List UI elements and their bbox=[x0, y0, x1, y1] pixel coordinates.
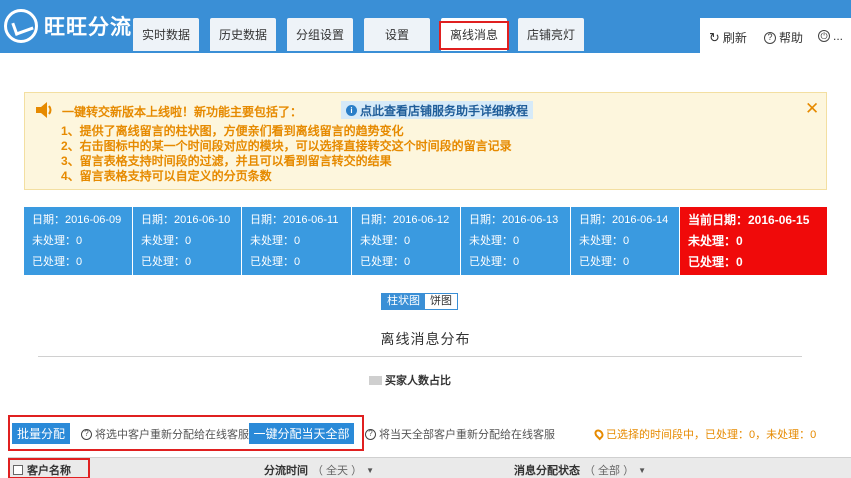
tab-group-settings[interactable]: 分组设置 bbox=[287, 18, 353, 51]
speaker-icon bbox=[36, 102, 52, 118]
card-date: 日期：2016-06-13 bbox=[469, 214, 559, 226]
batch-hint-text: 将选中客户重新分配给在线客服 bbox=[95, 429, 249, 441]
date-card[interactable]: 日期：2016-06-14 未处理：0 已处理：0 bbox=[571, 207, 680, 275]
assign-all-today-button[interactable]: 一键分配当天全部 bbox=[249, 423, 354, 444]
card-date: 日期：2016-06-09 bbox=[32, 214, 122, 226]
app-title: 旺旺分流 bbox=[44, 16, 132, 39]
logo-icon bbox=[4, 9, 38, 43]
card-date: 日期：2016-06-10 bbox=[141, 214, 231, 226]
assign-status-column[interactable]: 消息分配状态 （ 全部 ） ▼ bbox=[514, 462, 646, 478]
card-done: 已处理：0 bbox=[360, 256, 411, 268]
card-done: 已处理：0 bbox=[469, 256, 520, 268]
help-label: 帮助 bbox=[779, 31, 804, 45]
power-label: ... bbox=[833, 29, 844, 43]
tutorial-link[interactable]: i 点此查看店铺服务助手详细教程 bbox=[341, 101, 534, 119]
card-done: 已处理：0 bbox=[688, 255, 743, 269]
card-done: 已处理：0 bbox=[579, 256, 630, 268]
help-icon: ? bbox=[365, 428, 376, 440]
date-card[interactable]: 日期：2016-06-10 未处理：0 已处理：0 bbox=[133, 207, 242, 275]
card-done: 已处理：0 bbox=[250, 256, 301, 268]
date-card-today[interactable]: 当前日期：2016-06-15 未处理：0 已处理：0 bbox=[680, 207, 827, 275]
tab-realtime[interactable]: 实时数据 bbox=[133, 18, 199, 51]
info-icon: i bbox=[346, 104, 357, 116]
help-icon: ? bbox=[764, 31, 776, 44]
date-card[interactable]: 日期：2016-06-13 未处理：0 已处理：0 bbox=[461, 207, 571, 275]
chart-type-toggle: 柱状图 饼图 bbox=[381, 293, 458, 310]
card-pending: 未处理：0 bbox=[360, 235, 411, 247]
power-button[interactable]: ⏻ ... bbox=[818, 29, 843, 43]
bar-chart-toggle[interactable]: 柱状图 bbox=[382, 294, 425, 309]
chart-axis-line bbox=[38, 356, 802, 357]
legend-swatch bbox=[369, 375, 382, 385]
card-date: 当前日期：2016-06-15 bbox=[688, 213, 810, 227]
date-card[interactable]: 日期：2016-06-11 未处理：0 已处理：0 bbox=[242, 207, 352, 275]
pie-chart-toggle[interactable]: 饼图 bbox=[425, 294, 457, 309]
app-logo: 旺旺分流 bbox=[4, 6, 132, 46]
date-card[interactable]: 日期：2016-06-12 未处理：0 已处理：0 bbox=[352, 207, 461, 275]
legend-label: 买家人数占比 bbox=[385, 375, 451, 387]
assign-all-hint: ? 将当天全部客户重新分配给在线客服 bbox=[365, 426, 555, 442]
chevron-down-icon[interactable]: ▼ bbox=[366, 466, 374, 475]
date-summary-cards: 日期：2016-06-09 未处理：0 已处理：0 日期：2016-06-10 … bbox=[24, 207, 827, 275]
location-pin-icon bbox=[592, 427, 606, 441]
tab-store-light[interactable]: 店铺亮灯 bbox=[518, 18, 584, 51]
selection-info-text: 已选择的时间段中，已处理：0，未处理：0 bbox=[606, 429, 817, 441]
active-tab-highlight bbox=[439, 21, 509, 50]
date-card[interactable]: 日期：2016-06-09 未处理：0 已处理：0 bbox=[24, 207, 133, 275]
card-done: 已处理：0 bbox=[141, 256, 192, 268]
batch-assign-button[interactable]: 批量分配 bbox=[12, 423, 70, 444]
notice-line: 4、留言表格支持可以自定义的分页条数 bbox=[61, 169, 272, 183]
chart-legend[interactable]: 买家人数占比 bbox=[369, 372, 451, 388]
table-header: 客户名称 分流时间 （ 全天 ） ▼ 消息分配状态 （ 全部 ） ▼ bbox=[8, 457, 851, 478]
card-pending: 未处理：0 bbox=[579, 235, 630, 247]
dispatch-time-column[interactable]: 分流时间 （ 全天 ） ▼ bbox=[264, 462, 374, 478]
card-pending: 未处理：0 bbox=[32, 235, 83, 247]
tab-settings[interactable]: 设置 bbox=[364, 18, 430, 51]
batch-assign-hint: ? 将选中客户重新分配给在线客服 bbox=[81, 426, 249, 442]
card-pending: 未处理：0 bbox=[250, 235, 301, 247]
refresh-label: 刷新 bbox=[722, 31, 747, 45]
card-pending: 未处理：0 bbox=[141, 235, 192, 247]
chevron-down-icon[interactable]: ▼ bbox=[638, 466, 646, 475]
customer-name-header: 客户名称 bbox=[27, 465, 71, 477]
refresh-icon: ↻ bbox=[709, 29, 720, 45]
time-filter[interactable]: （ 全天 ） bbox=[312, 462, 362, 478]
card-pending: 未处理：0 bbox=[688, 234, 743, 248]
dispatch-time-header: 分流时间 bbox=[264, 465, 308, 477]
select-all-checkbox[interactable] bbox=[13, 465, 23, 475]
tab-history[interactable]: 历史数据 bbox=[210, 18, 276, 51]
card-date: 日期：2016-06-11 bbox=[250, 214, 339, 226]
help-icon: ? bbox=[81, 428, 92, 440]
assign-all-hint-text: 将当天全部客户重新分配给在线客服 bbox=[379, 429, 555, 441]
chart-title: 离线消息分布 bbox=[380, 331, 471, 347]
refresh-button[interactable]: ↻ 刷新 bbox=[709, 29, 747, 46]
close-icon[interactable]: ✕ bbox=[805, 99, 819, 119]
help-button[interactable]: ? 帮助 bbox=[764, 29, 803, 46]
selection-info: 已选择的时间段中，已处理：0，未处理：0 bbox=[592, 426, 817, 442]
card-done: 已处理：0 bbox=[32, 256, 83, 268]
card-pending: 未处理：0 bbox=[469, 235, 520, 247]
power-icon: ⏻ bbox=[818, 30, 830, 42]
assign-status-header: 消息分配状态 bbox=[514, 465, 580, 477]
status-filter[interactable]: （ 全部 ） bbox=[584, 462, 634, 478]
tutorial-link-label: 点此查看店铺服务助手详细教程 bbox=[360, 103, 529, 118]
card-date: 日期：2016-06-14 bbox=[579, 214, 669, 226]
feature-notice: 一键转交新版本上线啦！新功能主要包括了： i 点此查看店铺服务助手详细教程 1、… bbox=[24, 92, 827, 190]
customer-name-column[interactable]: 客户名称 bbox=[13, 462, 71, 478]
notice-headline: 一键转交新版本上线啦！新功能主要包括了： bbox=[62, 105, 303, 119]
card-date: 日期：2016-06-12 bbox=[360, 214, 450, 226]
